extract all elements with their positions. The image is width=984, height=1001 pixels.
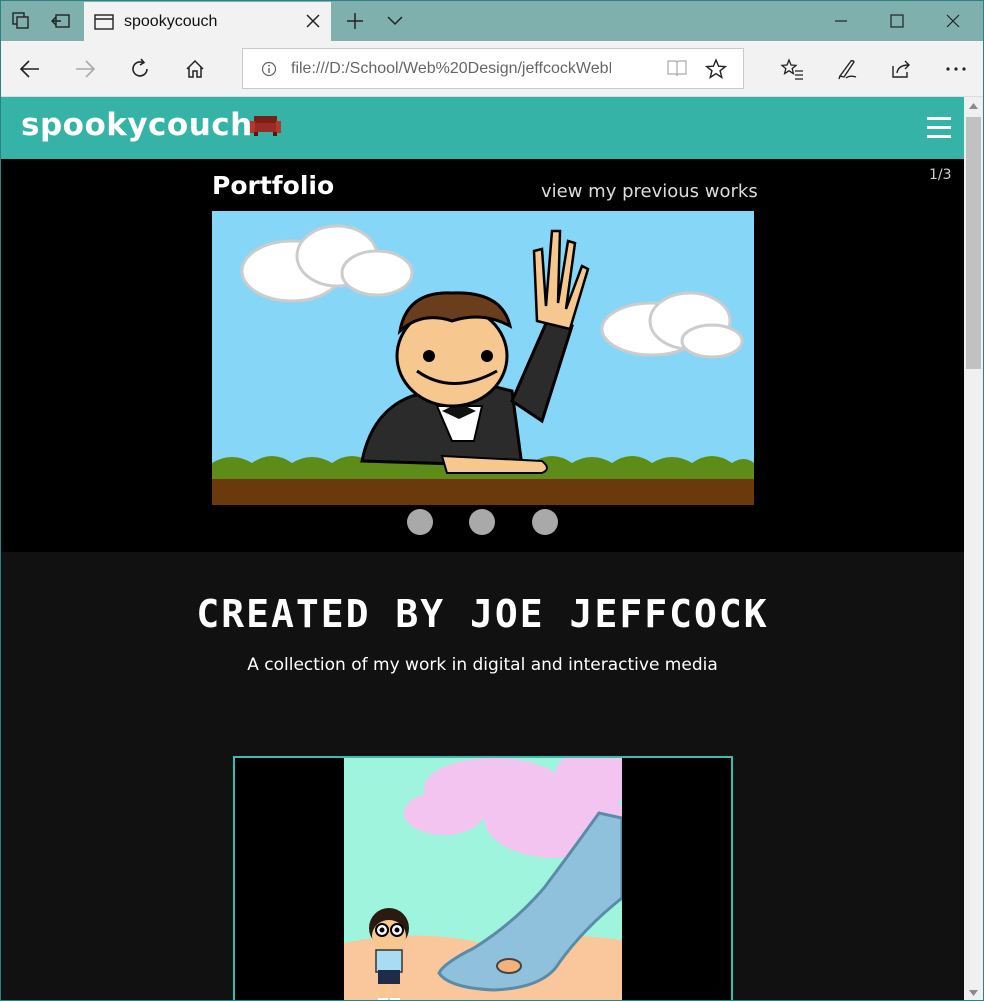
navigation-bar: file:///D:/School/Web%20Design/jeffcockW… — [1, 41, 983, 97]
tab-bar: spookycouch — [1, 1, 983, 41]
chevron-down-icon[interactable] — [383, 9, 407, 33]
tab-manager-icon[interactable] — [9, 9, 33, 33]
portfolio-carousel: 1/3 Portfolio view my previous works — [1, 159, 964, 552]
reading-view-icon[interactable] — [667, 59, 687, 77]
featured-work-image[interactable] — [344, 758, 622, 1000]
window-close-icon[interactable] — [925, 1, 981, 41]
back-icon[interactable] — [16, 55, 44, 83]
site-header: spookycouch — [1, 97, 964, 159]
home-icon[interactable] — [181, 55, 209, 83]
url-text[interactable]: file:///D:/School/Web%20Design/jeffcockW… — [291, 60, 611, 78]
info-icon[interactable] — [261, 61, 277, 77]
featured-work-frame[interactable] — [233, 756, 733, 1000]
more-icon[interactable] — [942, 55, 970, 83]
close-icon[interactable] — [303, 11, 323, 31]
browser-tab[interactable]: spookycouch — [84, 2, 331, 41]
address-bar[interactable]: file:///D:/School/Web%20Design/jeffcockW… — [242, 48, 744, 89]
set-aside-tabs-icon[interactable] — [49, 9, 73, 33]
page-icon — [94, 13, 114, 30]
intro-title: CREATED BY JOE JEFFCOCK — [196, 592, 769, 636]
slide-image[interactable] — [212, 211, 754, 505]
menu-icon[interactable] — [927, 117, 951, 139]
slide-counter: 1/3 — [929, 167, 952, 183]
refresh-icon[interactable] — [126, 55, 154, 83]
browser-window: spookycouch file:///D:/School/Web%20Desi… — [0, 0, 984, 1001]
new-tab-icon[interactable] — [343, 9, 367, 33]
carousel-title: Portfolio — [212, 171, 335, 200]
forward-icon[interactable] — [71, 55, 99, 83]
tab-title: spookycouch — [124, 12, 218, 30]
carousel-dot-3[interactable] — [532, 509, 558, 535]
scroll-thumb[interactable] — [966, 117, 981, 369]
pen-icon[interactable] — [833, 55, 861, 83]
share-icon[interactable] — [887, 55, 915, 83]
page-scrollbar[interactable] — [964, 97, 983, 1000]
carousel-dot-1[interactable] — [407, 509, 433, 535]
carousel-subtitle: view my previous works — [541, 181, 758, 202]
favorites-icon[interactable] — [778, 55, 806, 83]
scroll-down-icon[interactable] — [964, 984, 983, 1000]
scroll-up-icon[interactable] — [964, 97, 983, 115]
maximize-icon[interactable] — [869, 1, 925, 41]
star-icon[interactable] — [705, 58, 727, 80]
couch-icon — [250, 116, 281, 136]
minimize-icon[interactable] — [813, 1, 869, 41]
page-viewport: spookycouch 1/3 Portfolio view my previo… — [1, 97, 964, 1000]
carousel-dot-2[interactable] — [469, 509, 495, 535]
intro-subtitle: A collection of my work in digital and i… — [247, 655, 718, 675]
site-logo-text[interactable]: spookycouch — [21, 107, 253, 143]
